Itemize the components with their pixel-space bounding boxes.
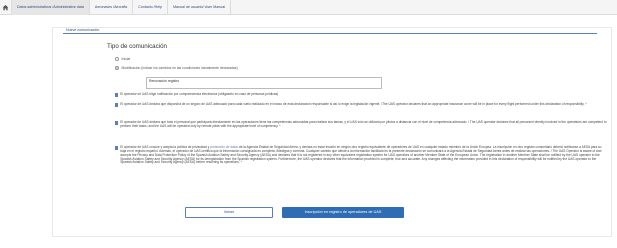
home-button[interactable] <box>0 0 12 15</box>
nav-item-help[interactable]: Contacto /Help <box>133 0 169 15</box>
radio-modification[interactable]: Modificación (indicar los cambios en las… <box>115 66 238 70</box>
legend-rule <box>63 33 597 34</box>
modification-textarea[interactable]: Renovación registro <box>146 77 382 89</box>
back-button[interactable]: Volver <box>185 207 273 218</box>
checkbox-competency-label: El operador de UAS declara que todo el p… <box>120 120 607 128</box>
checkbox-electronic-notification-control[interactable] <box>115 93 119 97</box>
checkbox-insurance[interactable]: El operador de UAS declara que dispondrá… <box>115 102 607 107</box>
checkbox-competency[interactable]: El operador de UAS declara que todo el p… <box>115 120 607 129</box>
radio-modification-control[interactable] <box>115 66 119 70</box>
form-legend: Nueve comunicación <box>64 28 102 33</box>
checkbox-insurance-label: El operador de UAS declara que dispondrá… <box>120 102 587 106</box>
checkbox-electronic-notification-label: El operador de UAS elige notificación po… <box>120 92 279 96</box>
radio-initial-label: Inicial <box>121 57 131 61</box>
top-navigation: Datos administrativos /Administrative da… <box>0 0 617 15</box>
nav-item-administrative-data[interactable]: Datos administrativos /Administrative da… <box>12 0 90 15</box>
checkbox-electronic-notification[interactable]: El operador de UAS elige notificación po… <box>115 92 607 97</box>
checkbox-privacy-control[interactable] <box>115 146 119 150</box>
privacy-text-end: de la Agencia Estatal de Seguridad Aérea… <box>120 145 602 165</box>
nav-item-user-manual[interactable]: Manual de usuario/ User Manual <box>168 0 231 15</box>
register-operator-button[interactable]: Inscripción en registro de operadores de… <box>282 207 404 218</box>
radio-modification-label: Modificación (indicar los cambios en las… <box>121 66 238 70</box>
checkbox-competency-control[interactable] <box>115 121 119 125</box>
home-icon <box>2 4 9 10</box>
section-title: Tipo de comunicación <box>107 43 167 50</box>
checkbox-privacy[interactable]: El operador de UAS conoce y acepta la po… <box>115 145 607 165</box>
nav-item-aircrafts[interactable]: Aeronaves /Aircrafts <box>90 0 134 15</box>
radio-initial[interactable]: Inicial <box>115 57 130 61</box>
radio-initial-control[interactable] <box>115 57 119 61</box>
checkbox-insurance-control[interactable] <box>115 103 119 107</box>
checkbox-privacy-label: El operador de UAS conoce y acepta la po… <box>120 145 607 165</box>
communication-form-panel <box>52 27 612 237</box>
